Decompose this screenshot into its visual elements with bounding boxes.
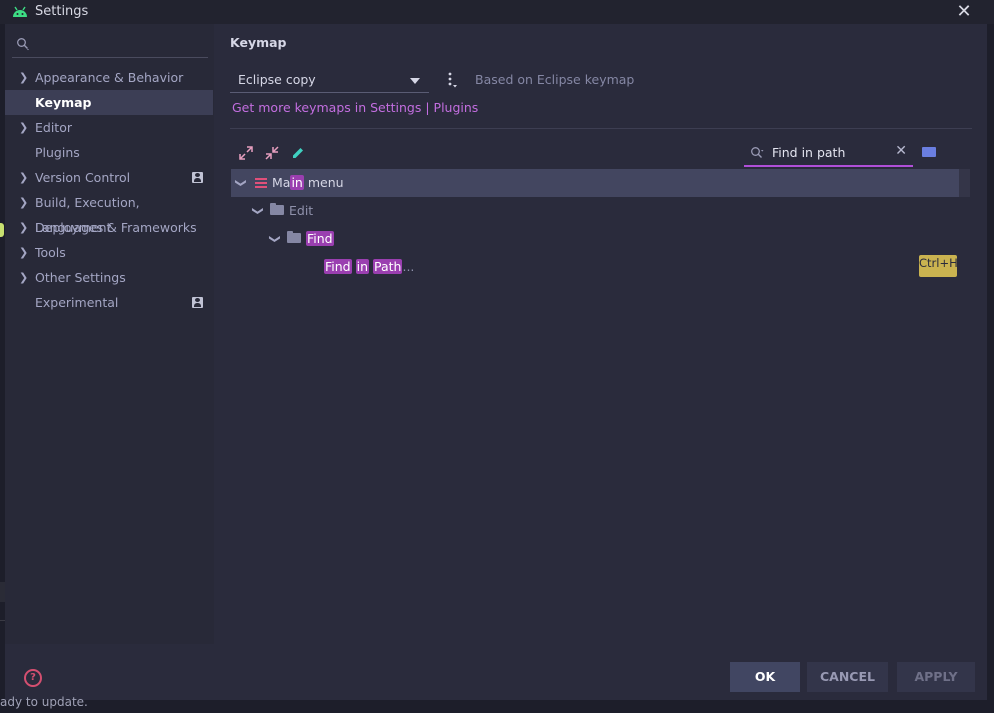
get-more-keymaps-link[interactable]: Get more keymaps in Settings | Plugins <box>232 100 478 115</box>
keymap-dropdown-value: Eclipse copy <box>238 72 316 87</box>
settings-sidebar: ❯ Appearance & Behavior Keymap ❯ Editor … <box>5 24 214 644</box>
android-icon <box>13 6 27 17</box>
ok-button[interactable]: OK <box>730 662 800 692</box>
shortcut-badge: Ctrl+H <box>919 255 958 277</box>
chevron-right-icon[interactable]: ❯ <box>19 265 28 290</box>
sidebar-item-other-settings[interactable]: ❯ Other Settings <box>5 265 213 290</box>
folder-icon <box>287 231 301 243</box>
background-window-strip <box>0 582 5 602</box>
sidebar-item-languages-frameworks[interactable]: ❯ Languages & Frameworks <box>5 215 213 240</box>
chevron-right-icon[interactable]: ❯ <box>19 190 28 215</box>
close-window-button[interactable]: ✕ <box>953 0 975 24</box>
keymap-dropdown[interactable]: Eclipse copy <box>230 68 429 93</box>
tree-row-edit[interactable]: ❯ Edit <box>231 197 959 225</box>
project-settings-icon <box>192 297 203 308</box>
divider <box>230 128 972 129</box>
chevron-right-icon[interactable]: ❯ <box>19 115 28 140</box>
sidebar-item-plugins[interactable]: Plugins <box>5 140 213 165</box>
sidebar-item-label: Languages & Frameworks <box>35 220 197 235</box>
chevron-down-icon[interactable]: ❯ <box>244 206 272 215</box>
expand-all-icon[interactable] <box>238 145 254 161</box>
find-by-shortcut-keyboard-icon[interactable] <box>922 147 936 157</box>
status-bar-text: ady to update. <box>0 695 88 709</box>
chevron-right-icon[interactable]: ❯ <box>19 65 28 90</box>
chevron-right-icon[interactable]: ❯ <box>19 215 28 240</box>
chevron-down-icon[interactable]: ❯ <box>227 178 255 187</box>
apply-button[interactable]: APPLY <box>897 662 975 692</box>
sidebar-item-editor[interactable]: ❯ Editor <box>5 115 213 140</box>
clear-search-icon[interactable]: ✕ <box>895 143 907 159</box>
search-icon <box>17 38 29 51</box>
keymap-search-value: Find in path <box>772 145 846 160</box>
settings-dialog: ❯ Appearance & Behavior Keymap ❯ Editor … <box>5 24 987 700</box>
sidebar-item-version-control[interactable]: ❯ Version Control <box>5 165 213 190</box>
sidebar-item-experimental[interactable]: Experimental <box>5 290 213 315</box>
sidebar-item-label: Other Settings <box>35 270 126 285</box>
window-title: Settings <box>35 4 89 19</box>
page-title: Keymap <box>230 35 287 50</box>
sidebar-item-label: Version Control <box>35 170 131 185</box>
tree-label-edit: Edit <box>289 203 314 218</box>
chevron-right-icon[interactable]: ❯ <box>19 165 28 190</box>
sidebar-item-label: Editor <box>35 120 72 135</box>
project-settings-icon <box>192 172 203 183</box>
tree-scrollbar[interactable] <box>959 169 970 197</box>
divider <box>0 620 5 621</box>
tree-row-find[interactable]: ❯ Find <box>231 225 959 253</box>
tree-label-find-in-path: Find in Path... <box>324 259 415 274</box>
search-icon <box>751 147 764 158</box>
tree-row-main-menu[interactable]: ❯ Main menu <box>231 169 959 197</box>
sidebar-item-label: Experimental <box>35 295 119 310</box>
tree-row-find-in-path[interactable]: Find in Path... <box>231 253 959 281</box>
settings-search-field[interactable] <box>12 32 208 58</box>
keymap-panel: Keymap Eclipse copy Based on Eclipse key… <box>230 24 977 644</box>
chevron-right-icon[interactable]: ❯ <box>19 240 28 265</box>
keymap-search-input[interactable]: Find in path ✕ <box>744 141 913 167</box>
based-on-label: Based on Eclipse keymap <box>475 72 635 87</box>
chevron-down-icon[interactable]: ❯ <box>261 234 289 243</box>
settings-nav-list: ❯ Appearance & Behavior Keymap ❯ Editor … <box>5 65 213 315</box>
sidebar-item-tools[interactable]: ❯ Tools <box>5 240 213 265</box>
sidebar-item-build-execution-deployment[interactable]: ❯ Build, Execution, Deployment <box>5 190 213 235</box>
help-icon[interactable]: ? <box>24 669 42 687</box>
folder-icon <box>270 203 284 215</box>
sidebar-item-label: Appearance & Behavior <box>35 70 184 85</box>
keymap-actions-tree: ❯ Main menu ❯ Edit ❯ Find Find in Path..… <box>231 169 970 609</box>
main-menu-icon <box>255 178 267 188</box>
edit-pencil-icon[interactable] <box>290 145 306 161</box>
sidebar-item-label: Tools <box>35 245 66 260</box>
sidebar-item-label: Plugins <box>35 145 80 160</box>
title-bar: Settings ✕ <box>0 0 994 24</box>
more-options-icon[interactable] <box>445 71 459 89</box>
sidebar-item-label: Keymap <box>35 95 92 110</box>
tree-label-main-menu: Main menu <box>272 175 344 190</box>
sidebar-item-keymap[interactable]: Keymap <box>5 90 213 115</box>
collapse-all-icon[interactable] <box>264 145 280 161</box>
cancel-button[interactable]: CANCEL <box>807 662 888 692</box>
sidebar-item-appearance-behavior[interactable]: ❯ Appearance & Behavior <box>5 65 213 90</box>
chevron-down-icon <box>410 78 420 84</box>
editor-gutter-marker <box>0 223 4 237</box>
tree-label-find: Find <box>306 231 334 246</box>
